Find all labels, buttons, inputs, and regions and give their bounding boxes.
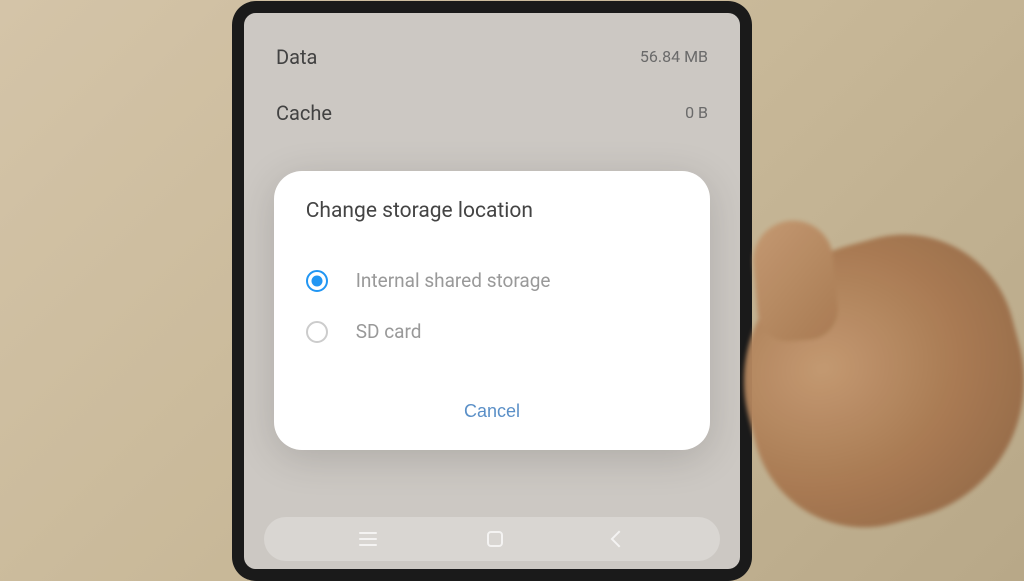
radio-option-sdcard[interactable]: SD card	[298, 306, 686, 357]
radio-label-sdcard: SD card	[356, 320, 422, 343]
back-button[interactable]	[611, 530, 628, 547]
recents-button[interactable]	[359, 532, 377, 546]
cancel-button[interactable]: Cancel	[448, 393, 536, 430]
hand-holding-phone	[713, 210, 1024, 553]
phone-frame: Data 56.84 MB Cache 0 B Change storage l…	[232, 1, 752, 581]
home-button[interactable]	[487, 531, 503, 547]
navigation-bar	[264, 517, 720, 561]
radio-option-internal[interactable]: Internal shared storage	[298, 255, 686, 306]
radio-icon	[306, 270, 328, 292]
dialog-title: Change storage location	[298, 199, 686, 223]
radio-icon	[306, 321, 328, 343]
modal-overlay[interactable]: Change storage location Internal shared …	[244, 13, 740, 569]
phone-screen: Data 56.84 MB Cache 0 B Change storage l…	[244, 13, 740, 569]
radio-label-internal: Internal shared storage	[356, 269, 551, 292]
change-storage-dialog: Change storage location Internal shared …	[274, 171, 710, 450]
dialog-actions: Cancel	[298, 393, 686, 430]
